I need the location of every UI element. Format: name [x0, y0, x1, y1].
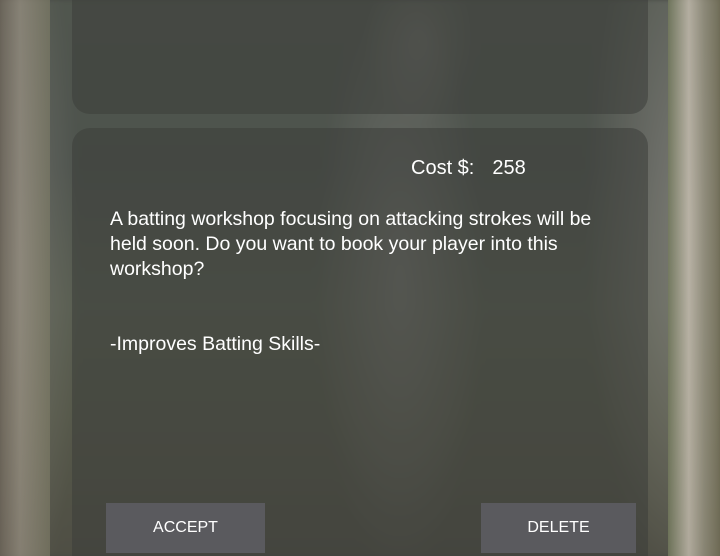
cost-value: 258 — [492, 157, 526, 179]
background-right-edge — [668, 0, 720, 556]
offer-benefit: -Improves Batting Skills- — [110, 333, 321, 355]
offer-description: A batting workshop focusing on attacking… — [110, 208, 592, 280]
delete-button[interactable]: DELETE — [481, 503, 636, 553]
cost-label: Cost $: — [411, 157, 475, 179]
accept-button-label: ACCEPT — [153, 519, 218, 536]
accept-button[interactable]: ACCEPT — [106, 503, 265, 553]
previous-card — [72, 0, 648, 114]
background-left-edge — [0, 0, 50, 556]
cost-row: Cost $: 258 — [411, 157, 526, 180]
screen: Cost $: 258 A batting workshop focusing o… — [0, 0, 720, 556]
delete-button-label: DELETE — [527, 519, 590, 536]
